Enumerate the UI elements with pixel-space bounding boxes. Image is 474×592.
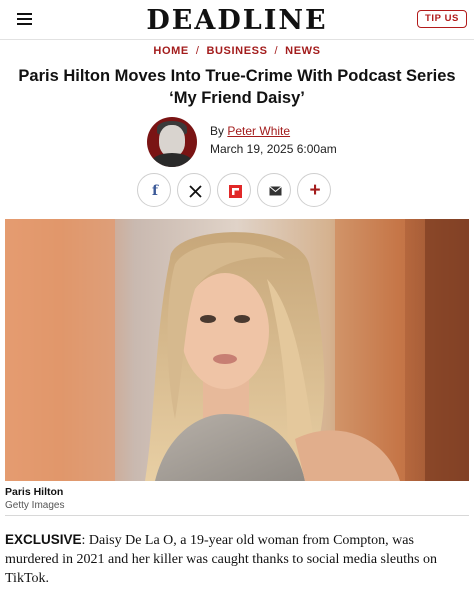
- x-share-button[interactable]: [177, 173, 211, 207]
- email-icon: [258, 174, 292, 208]
- share-bar: f +: [137, 173, 333, 207]
- portrait-illustration: [5, 219, 469, 481]
- author-avatar[interactable]: [147, 117, 197, 167]
- image-caption: Paris Hilton: [5, 486, 64, 498]
- flipboard-share-button[interactable]: [217, 173, 251, 207]
- breadcrumb-news[interactable]: NEWS: [285, 45, 320, 57]
- publish-date: March 19, 2025 6:00am: [210, 142, 337, 156]
- more-icon: +: [309, 180, 321, 201]
- exclusive-label: EXCLUSIVE: [5, 532, 82, 547]
- divider: [5, 515, 469, 516]
- breadcrumb-separator: /: [274, 45, 279, 57]
- author-link[interactable]: Peter White: [227, 124, 290, 138]
- breadcrumb-home[interactable]: HOME: [153, 45, 188, 57]
- breadcrumb-separator: /: [195, 45, 200, 57]
- facebook-icon: f: [151, 183, 159, 199]
- flipboard-icon: [218, 174, 252, 208]
- article-headline: Paris Hilton Moves Into True-Crime With …: [18, 67, 456, 107]
- article-hero-image: [5, 219, 469, 481]
- email-share-button[interactable]: [257, 173, 291, 207]
- breadcrumb-business[interactable]: BUSINESS: [206, 45, 267, 57]
- site-logo[interactable]: DEADLINE: [0, 5, 474, 36]
- tip-us-button[interactable]: TIP US: [416, 10, 467, 28]
- breadcrumb: HOME / BUSINESS / NEWS: [0, 45, 474, 57]
- site-header: DEADLINE TIP US: [0, 0, 474, 40]
- x-icon: [178, 174, 212, 208]
- more-share-button[interactable]: +: [297, 173, 331, 207]
- article-lead-paragraph: EXCLUSIVE: Daisy De La O, a 19-year old …: [5, 530, 467, 588]
- image-credit: Getty Images: [5, 500, 65, 511]
- byline: By Peter White: [210, 124, 290, 138]
- facebook-share-button[interactable]: f: [137, 173, 171, 207]
- byline-prefix: By: [210, 124, 225, 138]
